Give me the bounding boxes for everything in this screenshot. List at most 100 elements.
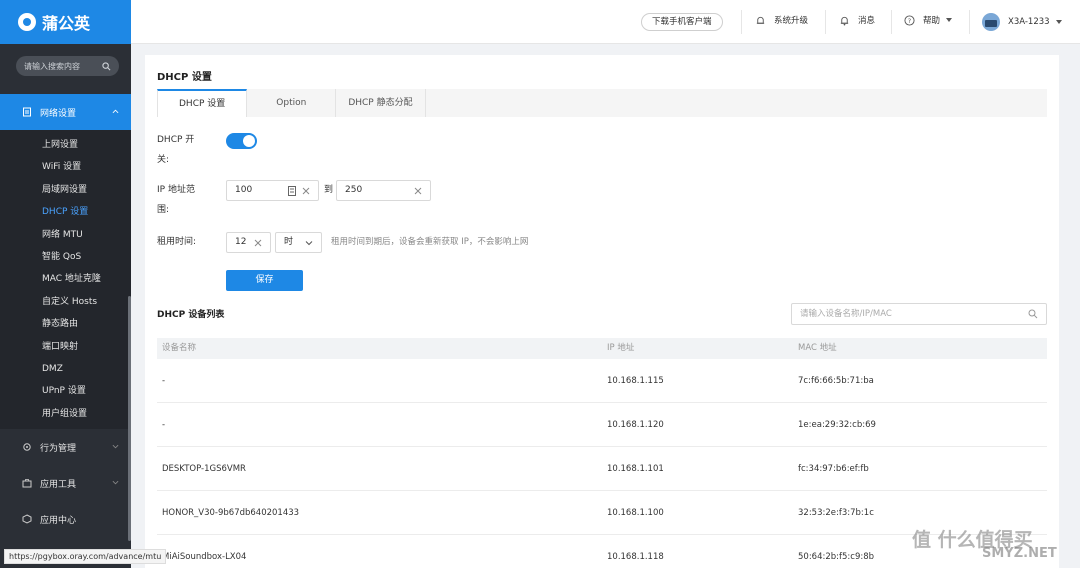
cell-device-name: MiAiSoundbox-LX04 — [162, 552, 247, 562]
device-avatar — [982, 13, 1000, 31]
cell-mac: 1e:ea:29:32:cb:69 — [798, 420, 876, 430]
caret-down-icon — [1055, 20, 1062, 24]
help-menu[interactable]: ? 帮助 — [904, 14, 953, 26]
messages-button[interactable]: 消息 — [839, 14, 875, 26]
clear-icon[interactable] — [254, 239, 262, 247]
lease-unit-value: 时 — [284, 237, 294, 247]
sidebar-item-qos[interactable]: 智能 QoS — [0, 246, 131, 268]
device-search-placeholder: 请输入设备名称/IP/MAC — [800, 309, 892, 319]
search-icon — [102, 61, 111, 70]
save-button[interactable]: 保存 — [226, 270, 303, 291]
sidebar-group-network[interactable]: 网络设置 — [0, 94, 131, 130]
calculator-icon[interactable] — [288, 186, 296, 196]
cell-device-name: - — [162, 420, 166, 430]
chevron-down-icon — [305, 241, 313, 246]
cell-device-name: - — [162, 376, 166, 386]
device-list-title: DHCP 设备列表 — [157, 310, 225, 320]
ip-end-value: 250 — [345, 185, 363, 195]
cell-ip: 10.168.1.118 — [607, 552, 664, 562]
topbar-divider — [741, 10, 742, 34]
toolbox-icon — [22, 479, 32, 488]
logo[interactable]: 蒲公英 — [0, 0, 131, 44]
lease-time-hint: 租用时间到期后，设备会重新获取 IP，不会影响上网 — [331, 237, 529, 247]
ip-range-separator: 到 — [324, 185, 334, 195]
device-menu[interactable]: X3A-1233 — [982, 13, 1062, 31]
topbar-divider — [969, 10, 970, 34]
main-content: DHCP 设置 DHCP 设置 Option DHCP 静态分配 DHCP 开 … — [145, 55, 1059, 568]
download-app-button[interactable]: 下载手机客户端 — [641, 13, 723, 31]
messages-label: 消息 — [858, 16, 876, 26]
sidebar-item-internet[interactable]: 上网设置 — [0, 134, 131, 156]
ip-end-input[interactable]: 250 — [336, 180, 431, 201]
svg-text:?: ? — [908, 16, 911, 24]
logo-text: 蒲公英 — [42, 14, 91, 33]
sidebar-item-wifi[interactable]: WiFi 设置 — [0, 156, 131, 178]
tab-dhcp-settings[interactable]: DHCP 设置 — [157, 89, 248, 117]
clear-icon[interactable] — [302, 187, 310, 195]
search-icon[interactable] — [1028, 309, 1038, 319]
topbar-divider — [891, 10, 892, 34]
document-icon — [23, 107, 31, 117]
sidebar-search-placeholder: 请输入搜索内容 — [24, 61, 80, 71]
sidebar-item-port-mapping[interactable]: 端口映射 — [0, 336, 131, 358]
lease-time-value: 12 — [235, 237, 247, 247]
sidebar-group-label: 应用工具 — [40, 479, 77, 490]
ip-start-value: 100 — [235, 185, 253, 195]
cell-device-name: HONOR_V30-9b67db640201433 — [162, 508, 300, 518]
sidebar-item-dhcp[interactable]: DHCP 设置 — [0, 201, 131, 223]
dhcp-toggle[interactable] — [226, 133, 257, 149]
upgrade-label: 系统升级 — [774, 16, 809, 26]
ip-start-input[interactable]: 100 — [226, 180, 319, 201]
table-header: 设备名称 IP 地址 MAC 地址 — [157, 338, 1047, 359]
lease-unit-select[interactable]: 时 — [275, 232, 322, 253]
tab-option[interactable]: Option — [247, 89, 337, 117]
watermark: 值 什么值得买 SMYZ.NET — [912, 525, 1057, 561]
table-row: - 10.168.1.120 1e:ea:29:32:cb:69 — [157, 403, 1047, 447]
logo-mark-icon — [18, 13, 36, 31]
watermark-sub: SMYZ.NET — [982, 546, 1057, 561]
upgrade-button[interactable]: 系统升级 — [755, 14, 808, 26]
sidebar-group-app-center[interactable]: 应用中心 — [0, 501, 131, 537]
sidebar-item-hosts[interactable]: 自定义 Hosts — [0, 291, 131, 313]
sidebar: 蒲公英 请输入搜索内容 网络设置 上网设置 WiFi 设置 局域网设置 DHCP… — [0, 0, 131, 568]
lease-time-input[interactable]: 12 — [226, 232, 271, 253]
sidebar-item-user-group[interactable]: 用户组设置 — [0, 403, 131, 425]
sidebar-item-lan[interactable]: 局域网设置 — [0, 179, 131, 201]
ip-range-label-line1: IP 地址范 — [157, 185, 195, 195]
chevron-up-icon — [112, 109, 119, 114]
caret-down-icon — [946, 18, 953, 22]
dhcp-switch-label-line1: DHCP 开 — [157, 135, 195, 145]
cell-ip: 10.168.1.115 — [607, 376, 664, 386]
bell-icon — [840, 16, 849, 25]
table-row: - 10.168.1.115 7c:f6:66:5b:71:ba — [157, 359, 1047, 403]
sidebar-item-mac-clone[interactable]: MAC 地址克隆 — [0, 268, 131, 290]
topbar: 下载手机客户端 系统升级 消息 ? 帮助 X3A-1233 — [131, 0, 1080, 44]
settings-icon — [23, 443, 31, 451]
help-label: 帮助 — [923, 16, 941, 26]
clear-icon[interactable] — [414, 187, 422, 195]
sidebar-group-behavior[interactable]: 行为管理 — [0, 429, 131, 465]
bell-upgrade-icon — [756, 16, 765, 24]
cell-ip: 10.168.1.101 — [607, 464, 664, 474]
sidebar-group-tools[interactable]: 应用工具 — [0, 465, 131, 501]
lease-time-label: 租用时间: — [157, 237, 197, 247]
cell-ip: 10.168.1.120 — [607, 420, 664, 430]
sidebar-search-input[interactable]: 请输入搜索内容 — [16, 56, 119, 76]
sidebar-item-upnp[interactable]: UPnP 设置 — [0, 380, 131, 402]
tab-dhcp-static[interactable]: DHCP 静态分配 — [336, 89, 426, 117]
help-icon: ? — [904, 14, 915, 26]
device-search-input[interactable]: 请输入设备名称/IP/MAC — [791, 303, 1047, 325]
status-bar-url: https://pgybox.oray.com/advance/mtu — [4, 549, 167, 564]
sidebar-scrollbar[interactable] — [128, 296, 131, 541]
chevron-down-icon — [112, 444, 119, 449]
sidebar-group-label: 网络设置 — [40, 108, 77, 119]
column-header-device-name[interactable]: 设备名称 — [157, 338, 601, 359]
column-header-mac[interactable]: MAC 地址 — [793, 338, 1047, 359]
sidebar-item-mtu[interactable]: 网络 MTU — [0, 224, 131, 246]
column-header-ip[interactable]: IP 地址 — [601, 338, 793, 359]
sidebar-item-static-route[interactable]: 静态路由 — [0, 313, 131, 335]
table-row: DESKTOP-1GS6VMR 10.168.1.101 fc:34:97:b6… — [157, 447, 1047, 491]
cell-mac: 7c:f6:66:5b:71:ba — [798, 376, 874, 386]
sidebar-item-dmz[interactable]: DMZ — [0, 358, 131, 380]
sidebar-group-label: 应用中心 — [40, 515, 77, 526]
